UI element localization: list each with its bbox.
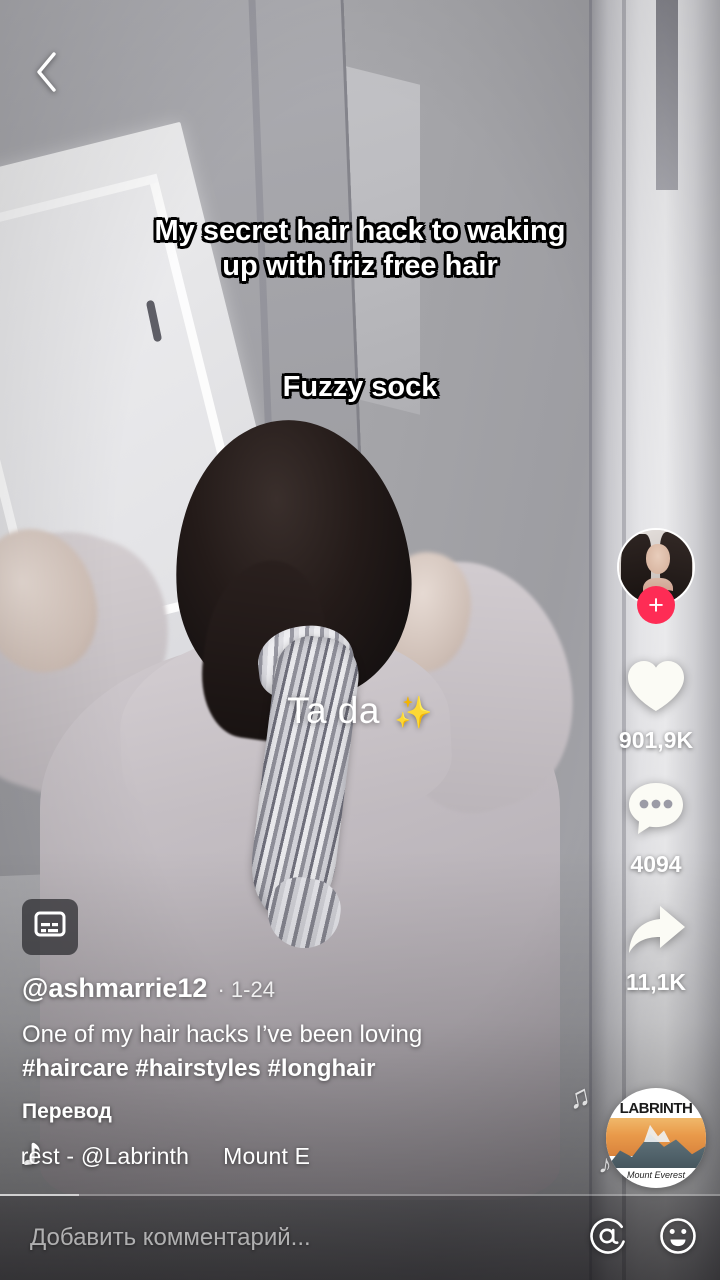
comment-count: 4094 — [630, 851, 682, 877]
avatar-with-follow[interactable]: + — [617, 528, 695, 624]
author-row: @ashmarrie12 · 1-24 — [22, 973, 552, 1004]
follow-button[interactable]: + — [637, 586, 675, 624]
action-rail: + 901,9K 4094 11,1K — [604, 528, 708, 1022]
music-title: verest - @Labrinth Mount E — [22, 1143, 310, 1170]
comment-bar-icons — [588, 1216, 698, 1261]
subtitles-icon — [34, 911, 66, 942]
avatar-face — [646, 544, 670, 574]
post-date: · 1-24 — [217, 976, 275, 1002]
sparkles-icon: ✨ — [393, 695, 434, 730]
at-mention-icon[interactable] — [588, 1216, 628, 1261]
album-artist-label: LABRINTH — [619, 1100, 693, 1117]
video-description: One of my hair hacks I’ve been loving #h… — [22, 1018, 552, 1086]
music-title-main: verest - @Labrinth — [22, 1143, 190, 1169]
emoji-smiley-icon[interactable] — [658, 1216, 698, 1261]
description-text: One of my hair hacks I’ve been loving — [22, 1020, 423, 1048]
share-icon — [625, 904, 687, 961]
like-button[interactable]: 901,9K — [619, 658, 693, 754]
music-disc-button[interactable]: LABRINTH Mount Everest — [606, 1088, 706, 1188]
like-count: 901,9K — [618, 727, 694, 753]
back-button[interactable] — [22, 48, 70, 96]
translate-button[interactable]: Перевод — [22, 1100, 552, 1124]
tada-label: Ta da — [286, 690, 380, 731]
album-title-label: Mount Everest — [626, 1170, 686, 1180]
video-overlay-text-2: Fuzzy sock — [282, 371, 438, 403]
comment-icon — [626, 780, 686, 843]
comment-bar: Добавить комментарий... — [0, 1196, 720, 1280]
chevron-left-icon — [32, 50, 60, 94]
video-info-block: @ashmarrie12 · 1-24 One of my hair hacks… — [22, 898, 552, 1173]
share-count: 11,1K — [625, 969, 687, 995]
comment-input[interactable]: Добавить комментарий... — [22, 1224, 588, 1252]
music-title-tail: Mount E — [223, 1143, 311, 1169]
video-overlay-text-1: My secret hair hack to waking up with fr… — [154, 215, 566, 283]
tiktok-video-screen: My secret hair hack to waking up with fr… — [0, 0, 720, 1280]
author-handle[interactable]: @ashmarrie12 — [22, 973, 207, 1004]
hashtags[interactable]: #haircare #hairstyles #longhair — [22, 1055, 376, 1082]
music-info-row[interactable]: verest - @Labrinth Mount E — [22, 1140, 394, 1173]
heart-icon — [625, 658, 687, 719]
share-button[interactable]: 11,1K — [625, 904, 687, 996]
album-art: LABRINTH Mount Everest — [606, 1088, 706, 1188]
subtitles-button[interactable] — [22, 898, 78, 955]
comment-button[interactable]: 4094 — [626, 780, 686, 878]
